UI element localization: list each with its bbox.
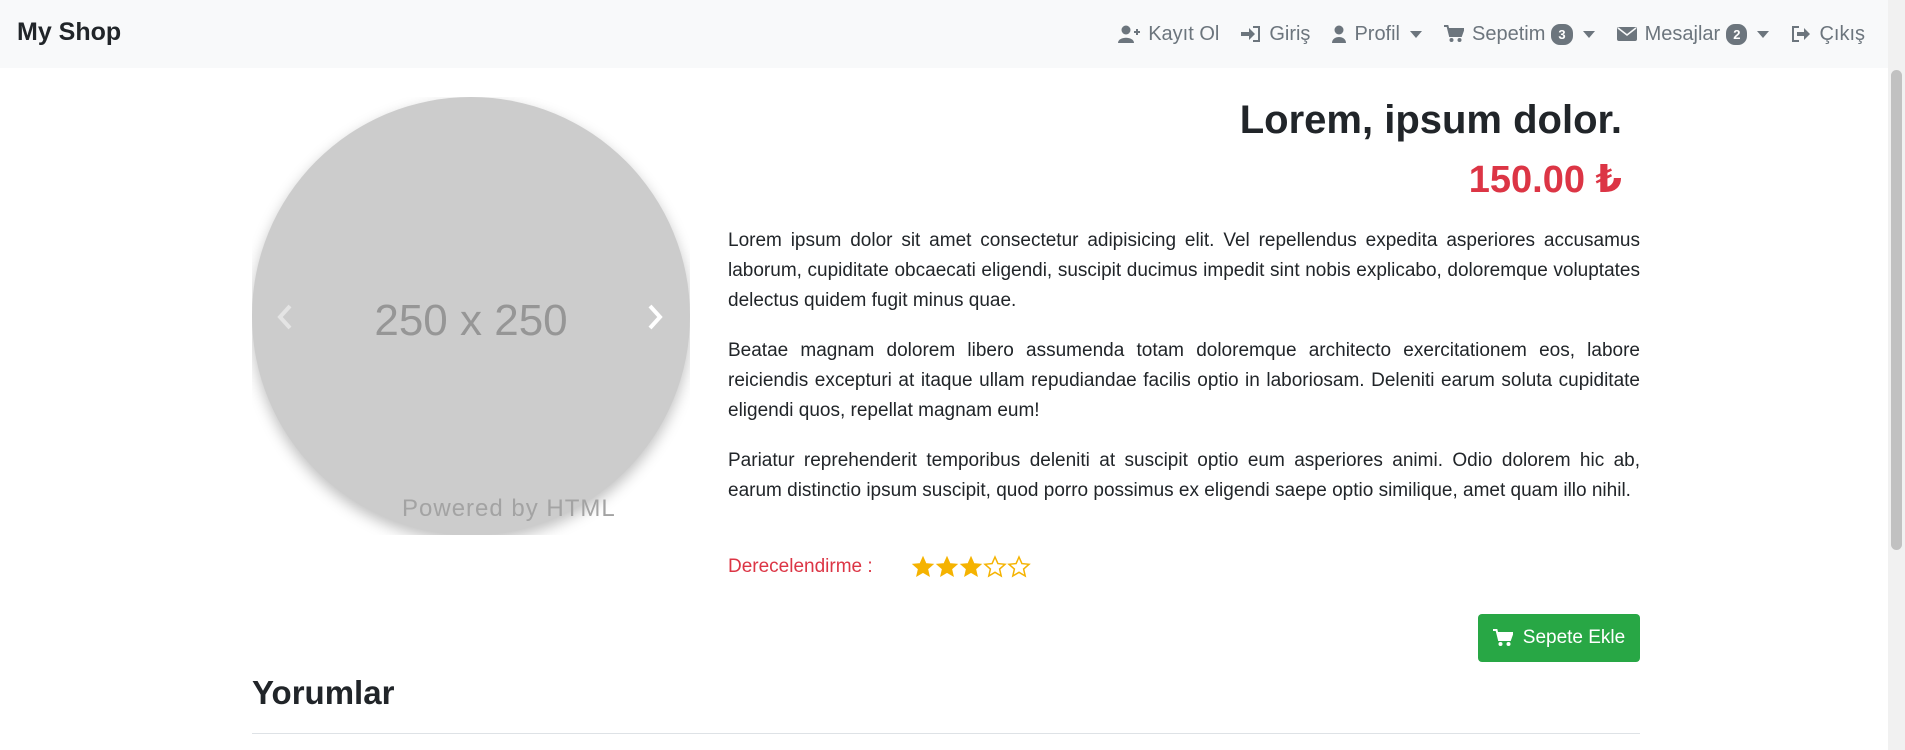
nav-register-label: Kayıt Ol [1148, 22, 1220, 45]
description-paragraph: Beatae magnam dolorem libero assumenda t… [728, 340, 1640, 421]
nav-messages[interactable]: Mesajlar 2 [1616, 22, 1770, 46]
sign-out-icon [1792, 26, 1811, 42]
description-paragraph: Lorem ipsum dolor sit amet consectetur a… [728, 230, 1640, 311]
carousel-next-button[interactable] [640, 302, 670, 332]
nav-logout[interactable]: Çıkış [1791, 23, 1865, 46]
user-icon [1332, 25, 1347, 43]
nav-menu: Kayıt Ol Giriş Profil Sepetim 3 Mesajlar… [1096, 0, 1865, 68]
product-description-1: Lorem ipsum dolor sit amet consectetur a… [728, 226, 1640, 316]
star-filled-icon [959, 555, 983, 578]
product-description-2: Beatae magnam dolorem libero assumenda t… [728, 336, 1640, 426]
product-title: Lorem, ipsum dolor. [1239, 98, 1622, 142]
nav-logout-label: Çıkış [1819, 22, 1865, 45]
cart-count-badge: 3 [1551, 23, 1573, 45]
image-placeholder-text: 250 x 250 [374, 296, 568, 345]
sign-in-icon [1241, 26, 1261, 42]
product-price: 150.00 ₺ [1468, 159, 1622, 201]
envelope-icon [1616, 27, 1637, 41]
user-plus-icon [1118, 25, 1141, 43]
description-paragraph: Pariatur reprehenderit temporibus deleni… [728, 450, 1640, 501]
brand-logo[interactable]: My Shop [17, 18, 121, 47]
carousel-prev-button[interactable] [270, 302, 300, 332]
nav-login[interactable]: Giriş [1241, 23, 1310, 46]
star-filled-icon [935, 555, 959, 578]
product-description-3: Pariatur reprehenderit temporibus deleni… [728, 446, 1640, 506]
nav-login-label: Giriş [1269, 22, 1311, 45]
chevron-left-icon [277, 304, 292, 330]
add-to-cart-button[interactable]: Sepete Ekle [1478, 614, 1640, 662]
divider [252, 733, 1640, 734]
scrollbar-thumb[interactable] [1891, 70, 1902, 550]
product-rating: Derecelendirme : [728, 555, 1031, 579]
navbar: My Shop Kayıt Ol Giriş Profil Sepetim 3 … [0, 0, 1905, 68]
nav-cart[interactable]: Sepetim 3 [1444, 23, 1595, 46]
nav-profile[interactable]: Profil [1332, 22, 1423, 46]
nav-cart-label: Sepetim [1472, 22, 1546, 45]
add-to-cart-label: Sepete Ekle [1522, 627, 1626, 648]
nav-profile-label: Profil [1354, 22, 1401, 45]
cart-icon [1444, 25, 1465, 42]
product-carousel: 250 x 250 Powered by HTML [252, 97, 690, 535]
chevron-down-icon [1757, 30, 1770, 38]
reviews-heading: Yorumlar [252, 674, 395, 711]
star-empty-icon [983, 555, 1007, 578]
rating-label: Derecelendirme : [728, 556, 873, 577]
scrollbar[interactable] [1888, 0, 1905, 750]
star-empty-icon [1007, 555, 1031, 578]
chevron-down-icon [1582, 30, 1595, 38]
chevron-right-icon [648, 304, 663, 330]
star-filled-icon [911, 555, 935, 578]
chevron-down-icon [1410, 30, 1423, 38]
messages-count-badge: 2 [1726, 23, 1748, 45]
rating-stars [911, 555, 1031, 579]
nav-register[interactable]: Kayıt Ol [1118, 23, 1219, 46]
image-powered-text: Powered by HTML [402, 495, 616, 522]
cart-icon [1492, 629, 1513, 646]
nav-messages-label: Mesajlar [1644, 22, 1721, 45]
